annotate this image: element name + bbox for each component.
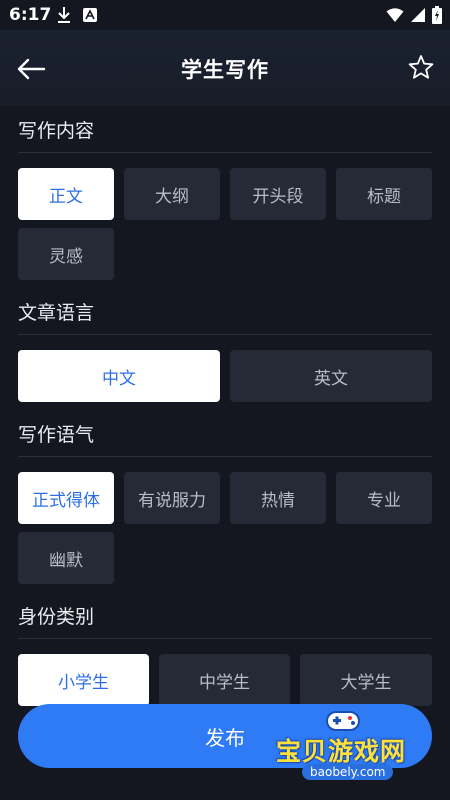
section-title-language: 文章语言 <box>18 302 95 324</box>
option-tone-enthusiastic[interactable]: 热情 <box>230 472 326 524</box>
option-language-english[interactable]: 英文 <box>230 350 432 402</box>
option-content-title[interactable]: 标题 <box>336 168 432 220</box>
option-content-outline[interactable]: 大纲 <box>124 168 220 220</box>
option-content-body[interactable]: 正文 <box>18 168 114 220</box>
option-content-opening[interactable]: 开头段 <box>230 168 326 220</box>
watermark-url: baobely.com <box>302 764 394 780</box>
option-content-inspiration[interactable]: 灵感 <box>18 228 114 280</box>
option-language-chinese[interactable]: 中文 <box>18 350 220 402</box>
game-controller-icon <box>326 711 360 731</box>
option-tone-humorous[interactable]: 幽默 <box>18 532 114 584</box>
section-title-content: 写作内容 <box>18 120 95 142</box>
watermark-text: 宝贝游戏网 <box>276 737 407 766</box>
notification-icons <box>56 6 98 24</box>
divider <box>18 152 432 153</box>
option-identity-middle[interactable]: 中学生 <box>159 654 290 706</box>
download-icon <box>58 7 70 23</box>
divider <box>18 638 432 639</box>
section-title-tone: 写作语气 <box>18 424 95 446</box>
app-bar: 学生写作 <box>0 30 450 106</box>
app-notification-icon <box>83 8 97 22</box>
option-tone-formal[interactable]: 正式得体 <box>18 472 114 524</box>
wifi-icon <box>386 8 404 22</box>
divider <box>18 456 432 457</box>
option-tone-professional[interactable]: 专业 <box>336 472 432 524</box>
option-identity-primary[interactable]: 小学生 <box>18 654 149 706</box>
star-icon <box>408 55 434 79</box>
watermark-logo: 宝贝游戏网 baobely.com <box>268 706 418 796</box>
system-icons <box>386 6 442 24</box>
section-title-identity: 身份类别 <box>18 606 95 628</box>
status-time: 6:17 <box>9 5 52 25</box>
option-identity-college[interactable]: 大学生 <box>300 654 432 706</box>
option-tone-persuasive[interactable]: 有说服力 <box>124 472 220 524</box>
status-bar: 6:17 <box>0 0 450 30</box>
divider <box>18 334 432 335</box>
signal-icon <box>411 8 425 22</box>
battery-icon <box>432 6 442 24</box>
page-title: 学生写作 <box>181 58 269 82</box>
favorite-button[interactable] <box>408 54 434 80</box>
